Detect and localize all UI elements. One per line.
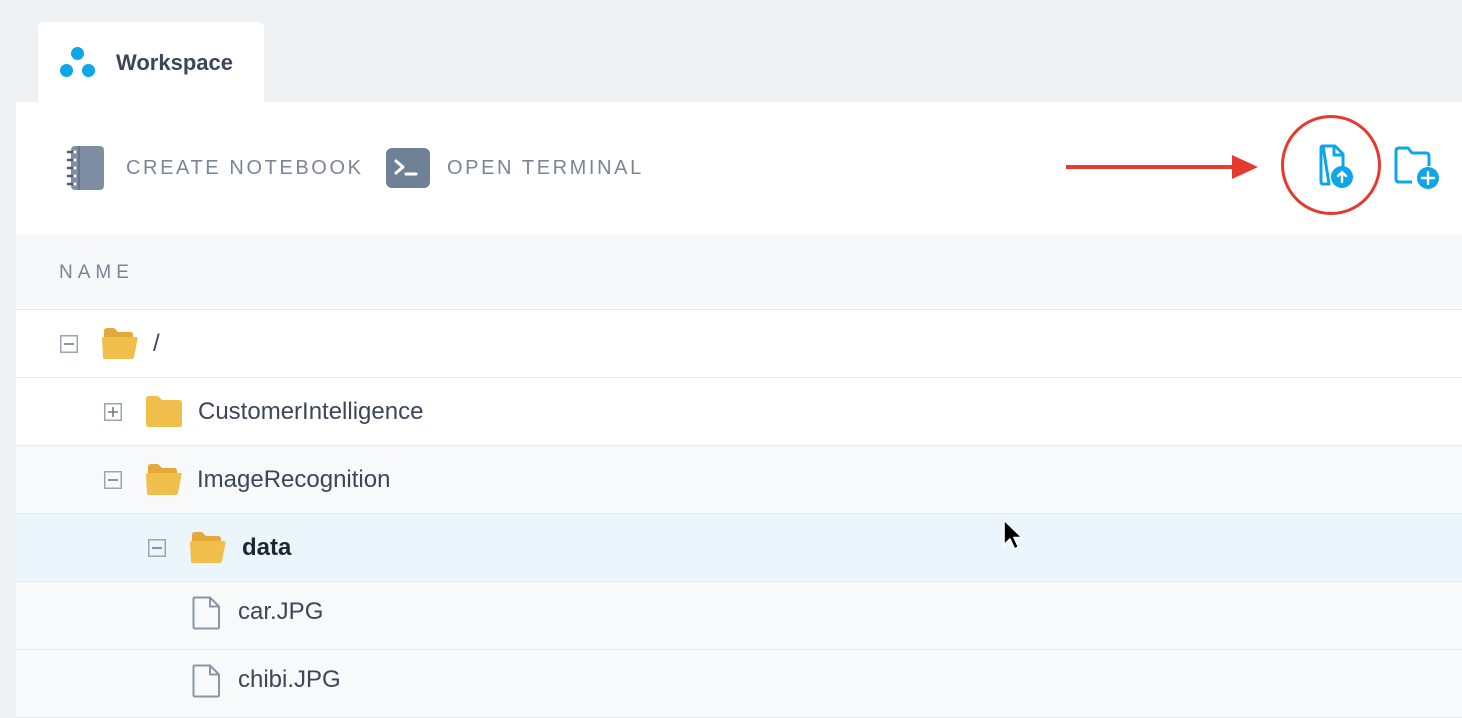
expand-icon[interactable]	[104, 403, 122, 421]
open-terminal-label: OPEN TERMINAL	[447, 156, 644, 179]
table-header: NAME	[16, 234, 1462, 310]
tree-row-customerintelligence[interactable]: CustomerIntelligence	[16, 378, 1462, 446]
collapse-icon[interactable]	[148, 539, 166, 557]
name-column-header[interactable]: NAME	[59, 262, 134, 284]
file-icon	[192, 596, 220, 630]
collapse-icon[interactable]	[104, 471, 122, 489]
notebook-icon	[66, 146, 104, 190]
create-notebook-label: CREATE NOTEBOOK	[126, 156, 364, 179]
folder-open-icon	[146, 464, 182, 495]
tree-row-imagerecognition[interactable]: ImageRecognition	[16, 446, 1462, 514]
file-icon	[192, 664, 220, 698]
collapse-icon[interactable]	[60, 335, 78, 353]
upload-file-button[interactable]	[1319, 144, 1353, 195]
open-terminal-button[interactable]: OPEN TERMINAL	[386, 146, 644, 190]
workspace-panel: CREATE NOTEBOOK OPEN TERMINAL NAME / Cus…	[16, 102, 1462, 718]
mouse-cursor-icon	[1003, 519, 1023, 550]
tree-item-label: car.JPG	[238, 598, 324, 625]
upload-file-icon	[1319, 144, 1353, 188]
folder-open-icon	[190, 532, 226, 563]
tree-item-label: ImageRecognition	[197, 466, 391, 493]
tree-row-data[interactable]: data	[16, 514, 1462, 582]
tree-row-root[interactable]: /	[16, 310, 1462, 378]
new-folder-icon	[1394, 146, 1439, 189]
new-folder-button[interactable]	[1394, 146, 1442, 195]
workspace-tab-label: Workspace	[116, 50, 233, 75]
workspace-logo-icon	[58, 43, 98, 83]
tree-row-chibi-jpg[interactable]: chibi.JPG	[16, 650, 1462, 718]
workspace-tab[interactable]: Workspace	[38, 22, 264, 104]
tree-item-label: /	[153, 330, 160, 357]
terminal-icon	[386, 148, 430, 188]
create-notebook-button[interactable]: CREATE NOTEBOOK	[66, 146, 364, 190]
folder-icon	[146, 396, 182, 427]
tree-row-car-jpg[interactable]: car.JPG	[16, 582, 1462, 650]
toolbar: CREATE NOTEBOOK OPEN TERMINAL	[16, 102, 1462, 234]
tree-item-label: chibi.JPG	[238, 666, 341, 693]
annotation-arrow	[1066, 155, 1258, 179]
tree-item-label: CustomerIntelligence	[198, 398, 424, 425]
tree-item-label: data	[242, 534, 292, 561]
folder-open-icon	[102, 328, 138, 359]
